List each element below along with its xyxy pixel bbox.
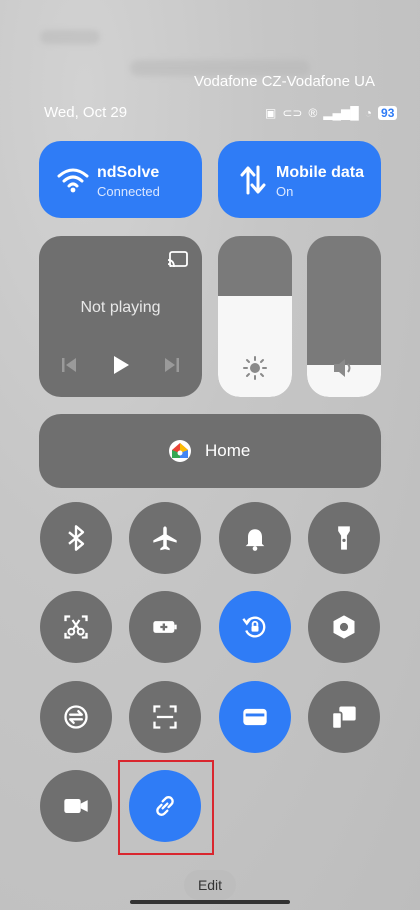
nfc-icon: ▣ xyxy=(265,106,277,120)
settings-toggle[interactable] xyxy=(308,591,380,663)
rotation-lock-icon xyxy=(242,616,266,638)
wifi-status-icon: ◔ xyxy=(364,106,373,120)
link-status-icon: ⊂⊃ xyxy=(282,106,303,120)
sync-icon xyxy=(64,705,88,729)
status-icons: ▣ ⊂⊃ ® ▂▄▆█ ◔ 93 xyxy=(265,104,398,122)
mobile-data-title: Mobile data xyxy=(276,164,365,181)
highlight-box xyxy=(118,760,214,855)
screenshot-toggle[interactable] xyxy=(40,591,112,663)
carrier-label: Vodafone CZ-Vodafone UA xyxy=(194,73,375,90)
flashlight-toggle[interactable] xyxy=(308,502,380,574)
next-track-icon[interactable] xyxy=(164,356,180,374)
wifi-icon xyxy=(57,168,89,193)
date-label: Wed, Oct 29 xyxy=(44,104,128,121)
device-cast-toggle[interactable] xyxy=(308,681,380,753)
mobile-data-status: On xyxy=(276,184,294,199)
bell-icon xyxy=(245,529,265,551)
volume-slider[interactable] xyxy=(307,236,381,397)
video-toggle[interactable] xyxy=(40,770,112,842)
battery-icon: 93 xyxy=(378,106,398,120)
home-label: Home xyxy=(205,441,251,460)
edit-button[interactable]: Edit xyxy=(184,870,236,900)
wifi-tile[interactable]: ndSolve Connected xyxy=(39,141,202,218)
battery-saver-icon xyxy=(153,621,177,633)
media-status: Not playing xyxy=(80,299,161,316)
scanner-toggle[interactable] xyxy=(129,681,201,753)
bluetooth-icon xyxy=(68,525,85,551)
brightness-slider[interactable] xyxy=(218,236,292,397)
signal-icon: ▂▄▆█ xyxy=(323,106,359,120)
sound-toggle[interactable] xyxy=(219,502,291,574)
brightness-icon xyxy=(243,356,267,380)
screenshot-scissors-icon xyxy=(64,615,88,639)
volume-icon xyxy=(334,359,351,377)
wifi-status: Connected xyxy=(97,184,160,199)
airplane-icon xyxy=(153,526,177,551)
flashlight-icon xyxy=(338,526,350,550)
cast-icon[interactable] xyxy=(167,250,189,270)
home-tile[interactable]: Home xyxy=(39,414,381,488)
data-arrows-icon xyxy=(240,165,266,195)
background-ghost xyxy=(40,30,100,44)
brightness-fill xyxy=(218,295,292,397)
video-camera-icon xyxy=(64,799,88,813)
registered-icon: ® xyxy=(308,106,318,120)
wifi-network-name: ndSolve xyxy=(97,164,160,181)
battery-saver-toggle[interactable] xyxy=(129,591,201,663)
google-home-icon xyxy=(169,440,191,462)
wallet-toggle[interactable] xyxy=(219,681,291,753)
previous-track-icon[interactable] xyxy=(61,356,77,374)
rotation-lock-toggle[interactable] xyxy=(219,591,291,663)
airplane-mode-toggle[interactable] xyxy=(129,502,201,574)
play-icon[interactable] xyxy=(111,354,131,376)
sync-toggle[interactable] xyxy=(40,681,112,753)
bluetooth-toggle[interactable] xyxy=(40,502,112,574)
scan-icon xyxy=(153,705,177,729)
cast-devices-icon xyxy=(331,706,356,730)
wallet-card-icon xyxy=(243,708,267,726)
settings-hex-icon xyxy=(333,615,355,639)
media-player: Not playing xyxy=(39,236,202,397)
mobile-data-tile[interactable]: Mobile data On xyxy=(218,141,381,218)
home-indicator xyxy=(130,900,290,904)
